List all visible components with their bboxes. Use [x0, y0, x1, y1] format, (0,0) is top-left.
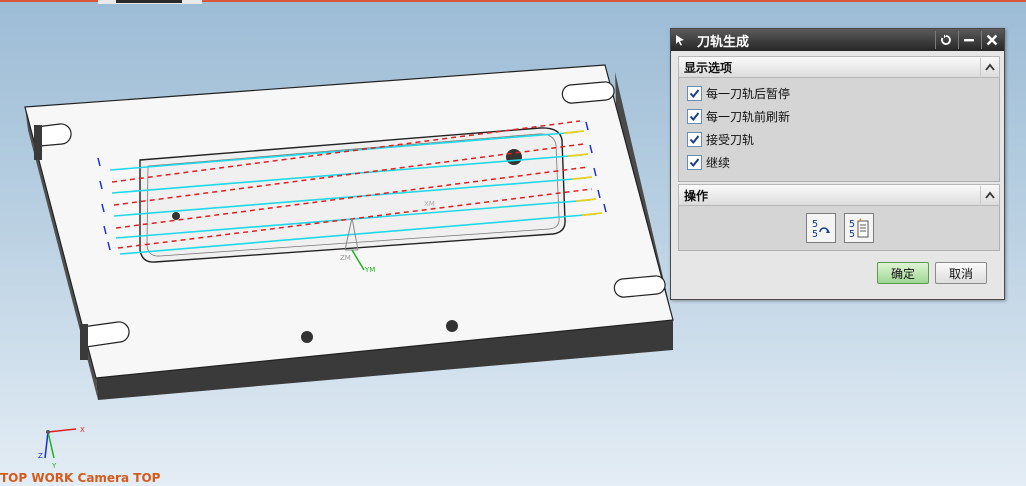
- close-icon: [986, 34, 998, 46]
- wcs-y-label: YM: [364, 266, 375, 274]
- replay-toolpath-icon: 5 5: [812, 219, 830, 239]
- list-toolpath-button[interactable]: 5 5: [844, 213, 874, 243]
- option-continue[interactable]: 继续: [687, 152, 730, 172]
- option-pause-after-each[interactable]: 每一刀轨后暂停: [687, 83, 790, 103]
- hole: [446, 320, 458, 332]
- slot-wall-left: [34, 125, 42, 160]
- hole: [301, 331, 313, 343]
- dialog-title: 刀轨生成: [697, 34, 750, 50]
- option-label: 每一刀轨后暂停: [706, 86, 791, 101]
- hole: [506, 149, 522, 165]
- svg-text:5: 5: [849, 229, 855, 239]
- display-options-body: 每一刀轨后暂停 每一刀轨前刷新 接受刀轨 继续: [678, 78, 1000, 182]
- reset-button[interactable]: [935, 31, 956, 49]
- display-options-header[interactable]: 显示选项: [678, 56, 1000, 78]
- operation-header[interactable]: 操作: [678, 184, 1000, 206]
- wcs-z-label: ZM: [340, 254, 351, 262]
- option-label: 继续: [706, 155, 731, 170]
- dialog-titlebar[interactable]: 刀轨生成: [671, 29, 1004, 51]
- minimize-icon: [964, 39, 974, 42]
- option-accept-toolpath[interactable]: 接受刀轨: [687, 129, 754, 149]
- checkbox[interactable]: [687, 108, 702, 124]
- checkbox[interactable]: [687, 131, 702, 147]
- checkbox[interactable]: [687, 85, 702, 101]
- option-label: 每一刀轨前刷新: [706, 109, 791, 124]
- close-button[interactable]: [981, 31, 1002, 49]
- slot-bottom-right: [613, 275, 666, 298]
- cancel-button[interactable]: 取消: [935, 262, 987, 284]
- replay-toolpath-button[interactable]: 5 5: [806, 213, 836, 243]
- option-refresh-before-each[interactable]: 每一刀轨前刷新: [687, 106, 790, 126]
- reset-icon: [941, 34, 951, 45]
- triad-z-label: Z: [38, 452, 43, 460]
- list-toolpath-icon: 5 5: [849, 218, 869, 239]
- minimize-button[interactable]: [958, 31, 979, 49]
- operation-label: 操作: [684, 188, 709, 203]
- operation-body: 5 5 5 5: [678, 206, 1000, 251]
- ok-button[interactable]: 确定: [877, 262, 929, 284]
- collapse-chevron-icon[interactable]: [980, 58, 999, 76]
- select-arrow-icon[interactable]: [671, 29, 689, 51]
- view-status-text: TOP WORK Camera TOP: [0, 471, 161, 485]
- collapse-chevron-icon[interactable]: [980, 186, 999, 204]
- option-label: 接受刀轨: [706, 132, 755, 147]
- display-options-label: 显示选项: [684, 60, 733, 75]
- toolpath-generation-dialog[interactable]: 刀轨生成 显示选项 每一刀轨后暂停 每一刀轨前刷新 接受刀轨 继续 操作 5 5…: [670, 28, 1005, 300]
- svg-text:5: 5: [812, 229, 818, 239]
- triad-x-label: X: [80, 426, 85, 434]
- wcs-x-label: XM: [424, 200, 435, 208]
- triad-y-label: Y: [51, 462, 57, 470]
- view-triad: X Z Y: [38, 426, 85, 470]
- slot-top-right: [561, 81, 615, 104]
- slot-wall-left-2: [80, 324, 88, 360]
- hole: [172, 212, 180, 220]
- checkbox[interactable]: [687, 154, 702, 170]
